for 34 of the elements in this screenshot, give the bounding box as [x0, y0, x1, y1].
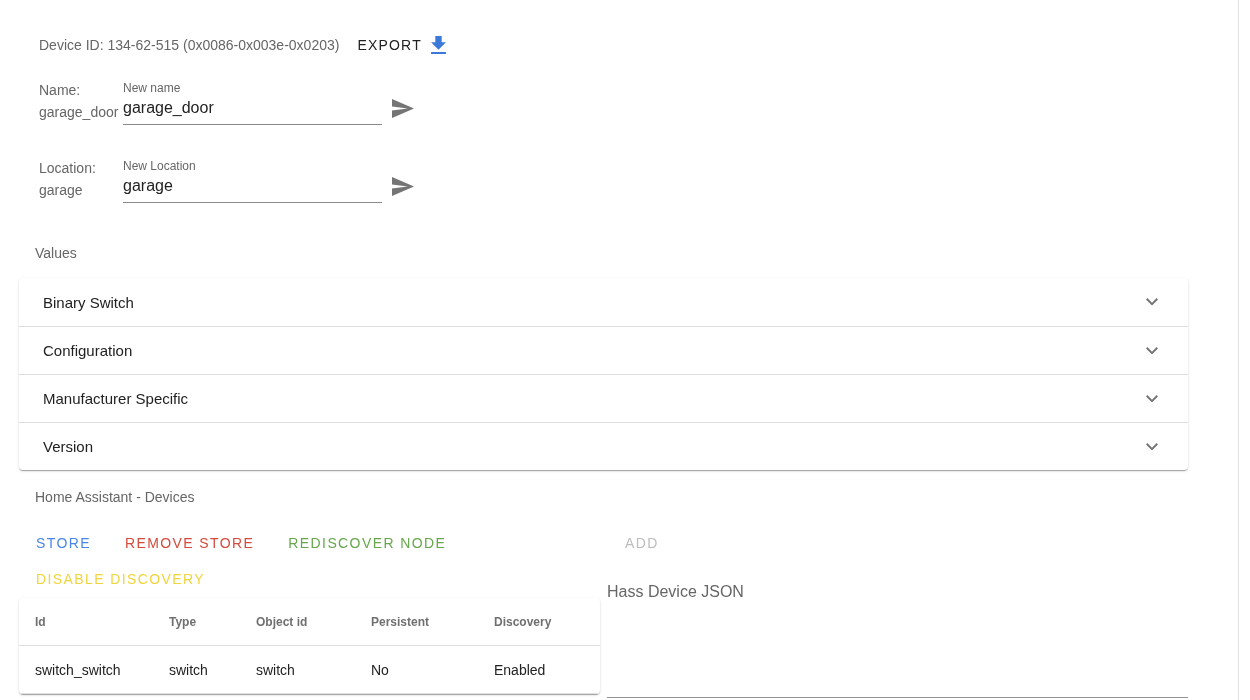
- table-cell-text: No: [370, 661, 390, 678]
- text-input[interactable]: garage: [123, 176, 382, 203]
- send-button[interactable]: [392, 177, 414, 196]
- send-icon: [392, 177, 414, 196]
- table-cell-text: switch: [168, 661, 209, 678]
- section-title: Values: [34, 245, 78, 261]
- field-label: New name: [123, 82, 181, 95]
- table-cell-text: switch: [255, 661, 296, 678]
- property-label: Location:: [39, 159, 97, 177]
- send-icon: [392, 99, 414, 118]
- property-label: Name:: [39, 81, 82, 99]
- download-icon: [430, 36, 446, 54]
- panel-header[interactable]: Manufacturer Specific: [19, 374, 1188, 422]
- text-input[interactable]: garage_door: [123, 98, 382, 125]
- section-title: Home Assistant - Devices: [34, 489, 196, 505]
- panel-header[interactable]: Binary Switch: [19, 278, 1188, 326]
- json-textarea[interactable]: Hass Device JSON: [607, 582, 1188, 698]
- action-button[interactable]: REMOVE STORE: [109, 525, 269, 561]
- device-id-text: Device ID: 134-62-515 (0x0086-0x003e-0x0203): [39, 36, 340, 54]
- current-value: garage: [39, 181, 84, 199]
- panel-header[interactable]: Configuration: [19, 326, 1188, 374]
- export-button[interactable]: EXPORT: [341, 27, 454, 63]
- table-cell-text: switch_switch: [34, 661, 122, 678]
- column-header: Discovery: [493, 614, 553, 629]
- send-button[interactable]: [392, 99, 414, 118]
- panel-header[interactable]: Version: [19, 422, 1188, 470]
- current-value: garage_door: [39, 103, 120, 121]
- column-header: Id: [34, 614, 47, 629]
- column-header: Type: [168, 614, 198, 629]
- column-header: Object id: [255, 614, 309, 629]
- action-button[interactable]: STORE: [20, 525, 105, 561]
- column-header: Persistent: [370, 614, 431, 629]
- table-cell-text: Enabled: [493, 661, 547, 678]
- field-label: New Location: [123, 160, 196, 173]
